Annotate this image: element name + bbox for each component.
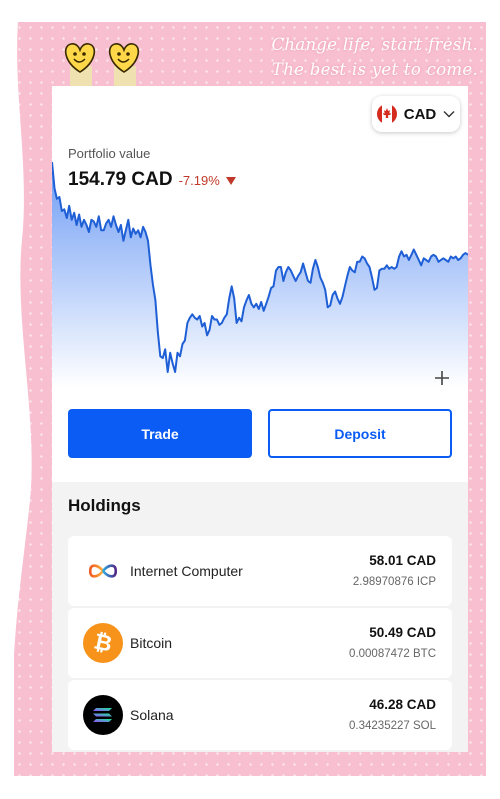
currency-selector[interactable]: CAD <box>372 96 460 132</box>
holding-value: 58.01 CAD <box>369 553 436 568</box>
holding-value: 46.28 CAD <box>369 697 436 712</box>
holding-amount: 2.98970876 ICP <box>352 576 436 588</box>
canada-flag-icon <box>376 104 397 124</box>
currency-code: CAD <box>403 105 437 123</box>
holding-name: Bitcoin <box>130 635 173 651</box>
quote-line-2: The best is yet to come. <box>271 60 478 79</box>
holding-value: 50.49 CAD <box>369 625 436 640</box>
bitcoin-icon: ₿ <box>83 623 123 663</box>
plus-icon[interactable] <box>434 370 450 386</box>
holding-amount: 0.34235227 SOL <box>349 720 436 732</box>
holding-row-internet-computer[interactable]: Internet Computer 58.01 CAD 2.98970876 I… <box>68 536 452 606</box>
wavy-border <box>0 0 32 799</box>
trade-button[interactable]: Trade <box>68 409 252 458</box>
portfolio-chart[interactable] <box>52 156 468 388</box>
holding-row-solana[interactable]: Solana 46.28 CAD 0.34235227 SOL <box>68 680 452 750</box>
holding-name: Solana <box>130 707 174 723</box>
holdings-title: Holdings <box>68 496 141 515</box>
chart-area-fill <box>52 162 468 388</box>
holding-amount: 0.00087472 BTC <box>349 648 436 660</box>
solana-icon <box>83 695 123 735</box>
deposit-button[interactable]: Deposit <box>268 409 452 458</box>
chevron-down-icon <box>443 111 455 118</box>
holding-row-bitcoin[interactable]: ₿ Bitcoin 50.49 CAD 0.00087472 BTC <box>68 608 452 678</box>
portfolio-card: CAD Portfolio value 154.79 CAD -7.19% Tr… <box>52 86 468 752</box>
internet-computer-icon <box>88 564 118 578</box>
quote-line-1: Change life, start fresh. <box>271 35 478 54</box>
motivational-quote: Change life, start fresh. The best is ye… <box>218 32 478 82</box>
holding-name: Internet Computer <box>130 563 243 579</box>
holdings-section: Holdings Internet Computer 58.01 CAD 2.9… <box>52 482 468 752</box>
heart-face-stickers <box>64 43 140 90</box>
